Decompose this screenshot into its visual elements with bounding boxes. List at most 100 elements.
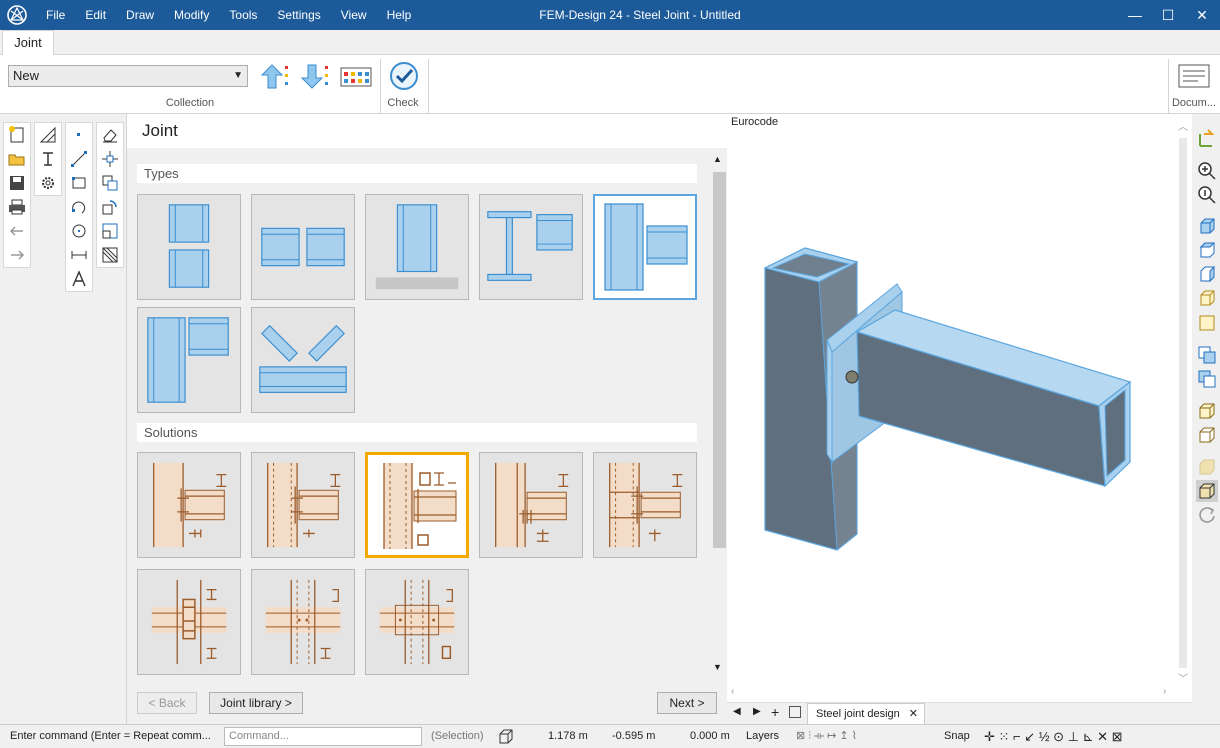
zoom-in-icon[interactable] (1196, 160, 1218, 182)
type-beam-to-column-selected[interactable] (593, 194, 697, 300)
solution-end-plate[interactable] (137, 452, 241, 558)
gear-icon[interactable] (35, 171, 61, 195)
view-plane-icon[interactable] (1196, 312, 1218, 334)
minimize-button[interactable]: — (1118, 0, 1152, 30)
tab-joint[interactable]: Joint (2, 30, 54, 56)
rectangle-icon[interactable] (66, 171, 92, 195)
set-square-icon[interactable] (35, 123, 61, 147)
shaded-edges-icon[interactable] (1196, 480, 1218, 502)
solution-fin-plate-selected[interactable] (365, 452, 469, 558)
app-logo-icon[interactable] (6, 4, 28, 26)
menu-edit[interactable]: Edit (75, 0, 116, 30)
type-column-base[interactable] (365, 194, 469, 300)
arc-icon[interactable] (66, 195, 92, 219)
hidden-line-icon[interactable] (1196, 424, 1218, 446)
panel-scrollbar[interactable]: ▲ ▼ (711, 154, 727, 676)
cube-view-icon[interactable] (497, 728, 515, 745)
copy-icon[interactable] (97, 171, 123, 195)
snap-button[interactable]: Snap (944, 725, 970, 748)
menu-view[interactable]: View (331, 0, 377, 30)
text-icon[interactable] (66, 267, 92, 291)
chevron-up-icon[interactable]: ︿ (1178, 118, 1188, 133)
add-tab-button[interactable]: + (771, 704, 779, 720)
zoom-extents-icon[interactable] (1196, 184, 1218, 206)
rotate-icon[interactable] (97, 195, 123, 219)
view-next-icon[interactable] (1196, 368, 1218, 390)
solution-double-sided-fin-plate[interactable] (251, 569, 355, 675)
save-icon[interactable] (4, 171, 30, 195)
close-tab-icon[interactable]: ✕ (909, 704, 918, 724)
refresh-icon[interactable] (1196, 504, 1218, 526)
tab-steel-joint-design[interactable]: Steel joint design ✕ (807, 703, 925, 725)
check-button-label[interactable]: Check (382, 97, 424, 109)
chevron-left-icon[interactable]: ‹ (731, 686, 734, 697)
snap-tool-icons[interactable]: ⊠ ⫶ ⟛ ↦ ↥ ⌇ (796, 725, 857, 748)
eraser-icon[interactable] (97, 123, 123, 147)
type-bracing-connection[interactable] (251, 307, 355, 413)
scale-icon[interactable] (97, 219, 123, 243)
wireframe-icon[interactable] (1196, 400, 1218, 422)
menu-help[interactable]: Help (377, 0, 422, 30)
line-icon[interactable] (66, 147, 92, 171)
snap-mode-icons[interactable]: ✛ ⁙ ⌐ ↙ ½ ⊙ ⊥ ⊾ ✕ ⊠ (984, 725, 1123, 748)
selection-indicator[interactable]: (Selection) (431, 725, 484, 748)
menu-draw[interactable]: Draw (116, 0, 164, 30)
layers-button[interactable]: Layers (746, 725, 779, 748)
solution-double-sided-bolted[interactable] (137, 569, 241, 675)
export-down-icon[interactable] (298, 62, 330, 90)
view-scroll-track[interactable] (1179, 138, 1187, 668)
view-previous-icon[interactable] (1196, 344, 1218, 366)
menu-tools[interactable]: Tools (219, 0, 267, 30)
menu-settings[interactable]: Settings (267, 0, 330, 30)
scroll-up-icon[interactable]: ▲ (713, 154, 722, 164)
mirror-icon[interactable] (97, 243, 123, 267)
tab-next-icon[interactable]: ▶ (753, 706, 761, 717)
view-cube-side-icon[interactable] (1196, 264, 1218, 286)
menu-file[interactable]: File (36, 0, 75, 30)
open-folder-icon[interactable] (4, 147, 30, 171)
chevron-right-icon[interactable]: › (1163, 686, 1166, 697)
tab-list-icon[interactable] (789, 706, 801, 718)
back-button[interactable]: < Back (137, 692, 197, 714)
joint-library-button[interactable]: Joint library > (209, 692, 303, 714)
scroll-thumb[interactable] (713, 172, 726, 548)
view-horizontal-scrollbar[interactable]: ‹ › (731, 686, 1175, 700)
tab-prev-icon[interactable]: ◀ (733, 706, 741, 717)
solution-extended-end-plate[interactable] (251, 452, 355, 558)
view-vertical-scrollbar[interactable]: ︿ ﹀ (1175, 118, 1191, 686)
type-beam-splice[interactable] (251, 194, 355, 300)
next-button[interactable]: Next > (657, 692, 717, 714)
export-view-icon[interactable] (1196, 128, 1218, 150)
scroll-down-icon[interactable]: ▼ (713, 662, 722, 672)
point-icon[interactable] (66, 123, 92, 147)
type-beam-to-column-top[interactable] (137, 307, 241, 413)
move-icon[interactable] (97, 147, 123, 171)
view-cube-iso-icon[interactable] (1196, 288, 1218, 310)
solution-stiffened-end-plate[interactable] (593, 452, 697, 558)
document-icon[interactable] (1178, 63, 1210, 91)
view-cube-top-icon[interactable] (1196, 240, 1218, 262)
type-column-splice[interactable] (137, 194, 241, 300)
solution-angle-cleat[interactable] (479, 452, 583, 558)
redo-arrow-icon[interactable] (4, 243, 30, 267)
view-cube-front-icon[interactable] (1196, 216, 1218, 238)
maximize-button[interactable]: ☐ (1151, 0, 1185, 30)
chevron-down-icon[interactable]: ﹀ (1178, 670, 1188, 685)
dimension-icon[interactable] (66, 243, 92, 267)
type-beam-to-i-column[interactable] (479, 194, 583, 300)
import-up-icon[interactable] (258, 62, 290, 90)
command-input[interactable]: Command... (224, 727, 422, 746)
joint-3d-model[interactable] (727, 114, 1192, 704)
close-button[interactable]: ✕ (1185, 0, 1219, 30)
circle-icon[interactable] (66, 219, 92, 243)
3d-view[interactable]: Eurocode ︿ ﹀ ‹ › (727, 114, 1192, 724)
shaded-icon[interactable] (1196, 456, 1218, 478)
solution-double-sided-end-plate[interactable] (365, 569, 469, 675)
menu-modify[interactable]: Modify (164, 0, 219, 30)
check-icon[interactable] (388, 60, 420, 92)
collection-select[interactable]: New ▼ (8, 65, 248, 87)
text-style-icon[interactable] (35, 147, 61, 171)
undo-arrow-icon[interactable] (4, 219, 30, 243)
document-label[interactable]: Docum... (1170, 97, 1218, 109)
new-file-icon[interactable] (4, 123, 30, 147)
